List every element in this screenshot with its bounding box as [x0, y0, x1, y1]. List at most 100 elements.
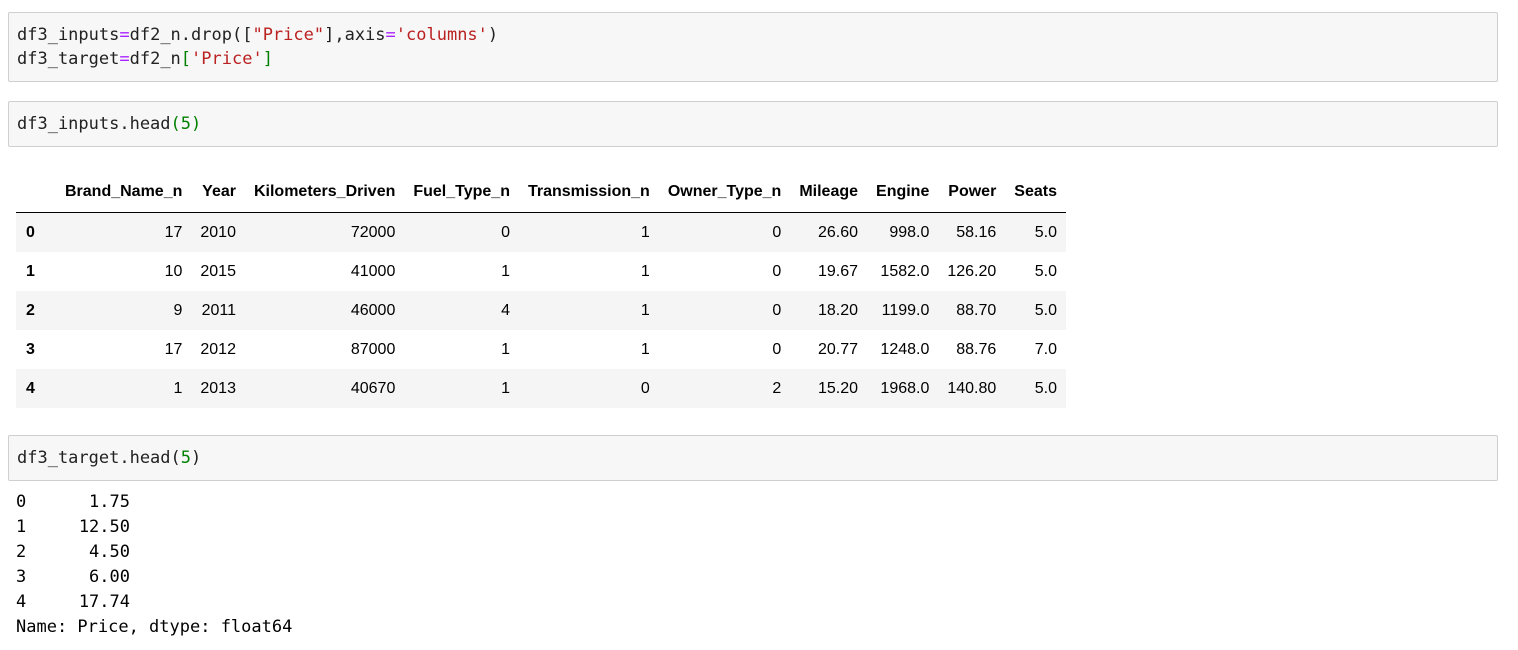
- code-token: "Price": [252, 25, 325, 45]
- table-cell: 998.0: [889, 223, 930, 241]
- code-token: ]: [262, 49, 273, 69]
- row-index: 1: [26, 262, 35, 280]
- code-cell-target-head[interactable]: df3_target.head(5): [8, 435, 1498, 481]
- series-row: 3 6.00: [16, 565, 292, 590]
- column-header: Brand_Name_n: [56, 172, 192, 213]
- dataframe-table: Brand_Name_n Year Kilometers_Driven Fuel_Ty…: [16, 172, 1066, 408]
- dataframe-header: Brand_Name_n Year Kilometers_Driven Fuel_Ty…: [16, 172, 1066, 213]
- table-cell: 2013: [200, 379, 236, 397]
- code-token: df3_inputs: [17, 25, 120, 45]
- series-index: 1: [16, 517, 27, 537]
- table-cell: 46000: [350, 301, 396, 319]
- series-footer: Name: Price, dtype: float64: [16, 617, 293, 637]
- table-cell: 5.0: [1034, 301, 1057, 319]
- code-token: ): [191, 448, 202, 468]
- code-token: 'columns': [395, 25, 488, 45]
- code-token: df2_n.drop(: [129, 25, 243, 45]
- code-token: ): [191, 114, 202, 134]
- code-token: df3_target: [17, 49, 120, 69]
- series-row: 4 17.74: [16, 590, 292, 615]
- table-cell: 2: [772, 379, 782, 397]
- code-token: (: [170, 448, 181, 468]
- code-line: df3_target=df2_n['Price']: [17, 47, 1489, 71]
- table-cell: 15.20: [817, 379, 859, 397]
- table-cell: 1: [640, 340, 650, 358]
- series-value: 4.50: [89, 542, 130, 562]
- code-cell-inputs-head[interactable]: df3_inputs.head(5): [8, 101, 1498, 147]
- table-cell: 5.0: [1034, 379, 1057, 397]
- table-cell: 5.0: [1034, 262, 1057, 280]
- dataframe-output: Brand_Name_n Year Kilometers_Driven Fuel_Ty…: [16, 172, 1066, 408]
- code-line: df3_inputs=df2_n.drop(["Price"],axis='co…: [17, 23, 1489, 47]
- table-cell: 0: [501, 223, 510, 241]
- table-cell: 0: [772, 301, 782, 319]
- series-value: 1.75: [89, 492, 130, 512]
- row-index: 2: [26, 301, 35, 319]
- table-row: 1 10 2015 41000 1 1 0 19.67 1582.0 126.20 5.0: [16, 252, 1066, 291]
- table-cell: 126.20: [947, 262, 997, 280]
- table-cell: 0: [772, 223, 782, 241]
- table-cell: 17: [164, 223, 183, 241]
- code-token: ): [487, 25, 499, 45]
- series-row: 0 1.75: [16, 490, 292, 515]
- column-header: Power: [938, 172, 1006, 213]
- table-cell: 5.0: [1034, 223, 1057, 241]
- column-header: Transmission_n: [518, 172, 659, 213]
- table-cell: 140.80: [947, 379, 997, 397]
- table-row: 4 1 2013 40670 1 0 2 15.20 1968.0 140.80 5.0: [16, 369, 1066, 408]
- table-row: 0 17 2010 72000 0 1 0 26.60 998.0 58.16 5.0: [16, 212, 1066, 252]
- row-index: 0: [26, 223, 35, 241]
- code-token: 5: [180, 448, 192, 468]
- code-token: df3_inputs.head: [17, 114, 171, 134]
- table-cell: 1248.0: [880, 340, 930, 358]
- table-cell: 19.67: [817, 262, 859, 280]
- code-token: 'Price': [191, 49, 263, 69]
- column-header: Year: [191, 172, 245, 213]
- series-value: 12.50: [78, 517, 130, 537]
- table-cell: 1199.0: [881, 301, 930, 319]
- index-header: [16, 172, 56, 213]
- code-token: 5: [180, 114, 192, 134]
- table-cell: 1: [640, 262, 650, 280]
- table-cell: 4: [501, 301, 510, 319]
- table-cell: 40670: [350, 379, 396, 397]
- table-cell: 2012: [200, 340, 236, 358]
- table-cell: 1: [501, 340, 510, 358]
- dataframe-header-row: Brand_Name_n Year Kilometers_Driven Fuel_Ty…: [16, 172, 1066, 213]
- column-header: Engine: [867, 172, 939, 213]
- code-token: df2_n: [129, 49, 181, 69]
- table-cell: 26.60: [817, 223, 859, 241]
- code-line: df3_target.head(5): [17, 446, 1489, 470]
- table-cell: 20.77: [817, 340, 859, 358]
- column-header: Fuel_Type_n: [404, 172, 519, 213]
- table-cell: 72000: [350, 223, 396, 241]
- table-cell: 0: [772, 262, 782, 280]
- series-row: 2 4.50: [16, 540, 292, 565]
- table-cell: 1: [173, 379, 183, 397]
- series-output: 0 1.75 1 12.50 2 4.50 3 6.00 4 17.74 Name: Price,…: [16, 490, 292, 640]
- code-token: =: [119, 49, 130, 69]
- table-cell: 9: [173, 301, 183, 319]
- code-token: (: [170, 114, 181, 134]
- table-cell: 18.20: [817, 301, 859, 319]
- table-cell: 10: [164, 262, 183, 280]
- code-cell-split-target[interactable]: df3_inputs=df2_n.drop(["Price"],axis='co…: [8, 12, 1498, 82]
- table-cell: 41000: [350, 262, 396, 280]
- table-cell: 2011: [201, 301, 236, 319]
- column-header: Kilometers_Driven: [244, 172, 405, 213]
- table-cell: 2010: [200, 223, 236, 241]
- row-index: 3: [26, 340, 35, 358]
- table-row: 2 9 2011 46000 4 1 0 18.20 1199.0 88.70 5.0: [16, 291, 1066, 330]
- table-cell: 87000: [350, 340, 396, 358]
- table-cell: 1582.0: [880, 262, 930, 280]
- table-cell: 17: [164, 340, 183, 358]
- table-cell: 1: [501, 262, 510, 280]
- code-token: [: [180, 49, 192, 69]
- code-token: [: [242, 25, 253, 45]
- code-token: =: [119, 25, 130, 45]
- column-header: Owner_Type_n: [658, 172, 791, 213]
- column-header: Mileage: [790, 172, 868, 213]
- table-cell: 2015: [200, 262, 236, 280]
- code-token: =: [385, 25, 396, 45]
- series-value: 6.00: [89, 567, 130, 587]
